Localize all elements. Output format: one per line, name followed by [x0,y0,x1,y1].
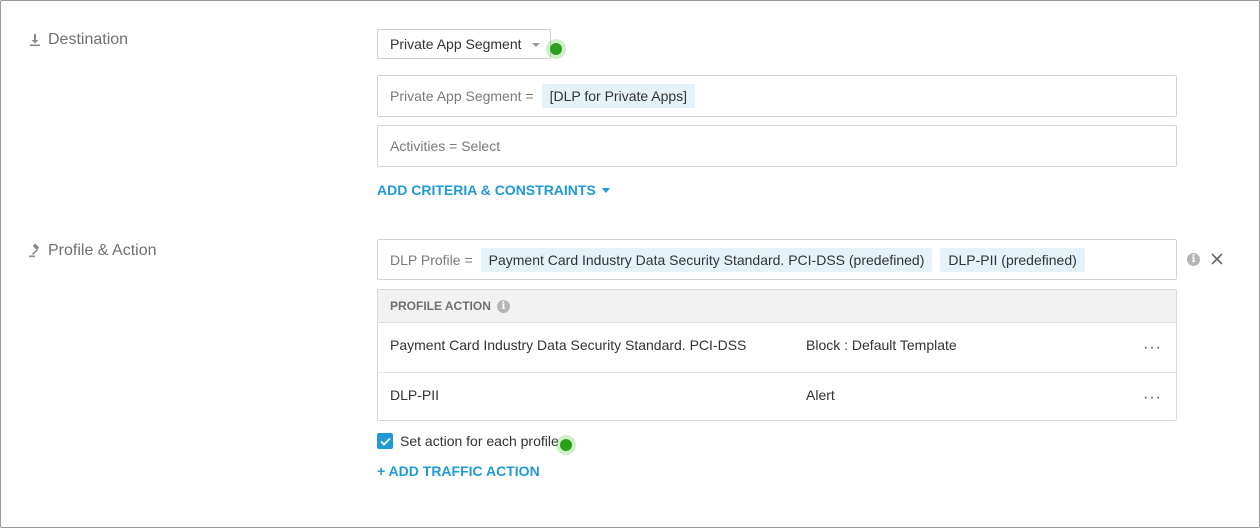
set-action-label: Set action for each profile [400,433,559,449]
add-traffic-action-label: + ADD TRAFFIC ACTION [377,463,540,479]
segment-type-value: Private App Segment [390,36,522,52]
add-criteria-button[interactable]: ADD CRITERIA & CONSTRAINTS [377,182,610,198]
download-icon [28,33,42,47]
profile-action-value[interactable]: Alert [806,387,835,403]
table-row: Payment Card Industry Data Security Stan… [378,323,1176,372]
add-criteria-label: ADD CRITERIA & CONSTRAINTS [377,182,596,198]
profile-action-section-label: Profile & Action [28,242,157,260]
activities-label: Activities = Select [390,138,501,154]
caret-down-icon [601,188,610,193]
more-options-icon[interactable]: ··· [1143,339,1162,357]
check-icon [379,437,391,446]
gavel-icon [28,244,42,258]
destination-label: Destination [48,31,129,48]
more-options-icon[interactable]: ··· [1143,389,1162,407]
profile-name: DLP-PII [390,387,440,403]
dlp-profile-chip-pii[interactable]: DLP-PII (predefined) [940,247,1085,272]
set-action-checkbox[interactable] [377,433,393,449]
activities-field[interactable]: Activities = Select [377,125,1177,167]
profile-name: Payment Card Industry Data Security Stan… [390,337,747,353]
set-action-checkbox-row[interactable]: Set action for each profile [377,433,559,449]
private-app-segment-field[interactable]: Private App Segment = [DLP for Private A… [377,75,1177,117]
dlp-profile-field[interactable]: DLP Profile = Payment Card Industry Data… [377,239,1177,280]
close-icon[interactable] [1210,252,1224,271]
private-app-segment-label: Private App Segment = [390,88,534,104]
destination-section-label: Destination [28,31,128,49]
add-traffic-action-button[interactable]: + ADD TRAFFIC ACTION [377,463,540,479]
profile-action-value[interactable]: Block : Default Template [806,337,957,353]
hint-hotspot[interactable] [560,439,572,451]
profile-action-label: Profile & Action [48,242,157,259]
chevron-down-icon [532,43,540,47]
profile-action-header: PROFILE ACTION i [378,290,1176,323]
info-icon[interactable]: i [496,299,510,313]
dlp-profile-chip-pci[interactable]: Payment Card Industry Data Security Stan… [480,247,933,272]
info-icon[interactable]: i [1187,253,1200,266]
profile-action-header-label: PROFILE ACTION [390,299,491,313]
table-row: DLP-PII Alert ··· [378,372,1176,422]
profile-action-table: PROFILE ACTION i Payment Card Industry D… [377,289,1177,421]
private-app-chip[interactable]: [DLP for Private Apps] [541,84,696,108]
dlp-profile-label: DLP Profile = [390,251,473,268]
segment-type-dropdown[interactable]: Private App Segment [377,29,551,59]
hint-hotspot[interactable] [550,43,562,55]
